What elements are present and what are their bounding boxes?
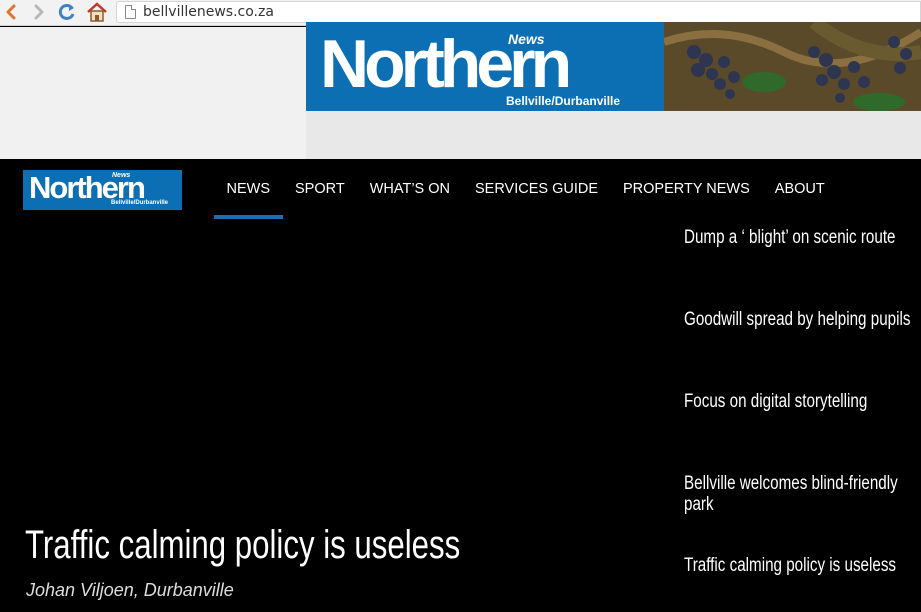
side-story-link[interactable]: Bellville welcomes blind-friendly park — [684, 473, 921, 515]
page-icon — [125, 5, 136, 19]
banner-logo-sub: Bellville/Durbanville — [506, 94, 621, 108]
url-text: bellvillenews.co.za — [143, 4, 274, 20]
hero-title[interactable]: Traffic calming policy is useless — [25, 523, 460, 568]
site-logo-news: News — [112, 172, 131, 179]
home-icon[interactable] — [86, 2, 108, 22]
forward-arrow-icon[interactable] — [28, 2, 50, 22]
site-logo[interactable]: Northern News Bellville/Durbanville — [23, 170, 182, 210]
reload-icon[interactable] — [56, 2, 78, 22]
main-menu: NEWS SPORT WHAT’S ON SERVICES GUIDE PROP… — [214, 159, 837, 219]
banner-logo-news: News — [508, 31, 545, 47]
back-arrow-icon[interactable] — [0, 2, 22, 22]
side-story-link[interactable]: Focus on digital storytelling — [684, 391, 921, 412]
menu-item-sport[interactable]: SPORT — [283, 159, 358, 219]
menu-item-services-guide[interactable]: SERVICES GUIDE — [462, 159, 610, 219]
side-story-link[interactable]: Dump a ‘ blight’ on scenic route — [684, 227, 921, 248]
hero-author: Johan Viljoen, Durbanville — [26, 580, 234, 600]
banner-logo[interactable]: Northern News Bellville/Durbanville — [306, 22, 664, 111]
hero-story[interactable]: Traffic calming policy is useless Johan … — [0, 219, 672, 612]
side-story-link[interactable]: Goodwill spread by helping pupils — [684, 309, 921, 330]
side-story-link[interactable]: Traffic calming policy is useless — [684, 555, 921, 576]
menu-item-about[interactable]: ABOUT — [762, 159, 837, 219]
menu-item-property-news[interactable]: PROPERTY NEWS — [611, 159, 763, 219]
site-navigation: Northern News Bellville/Durbanville NEWS… — [0, 159, 921, 219]
menu-item-whats-on[interactable]: WHAT’S ON — [357, 159, 462, 219]
banner-grapes-image — [664, 22, 921, 111]
menu-item-news[interactable]: NEWS — [214, 159, 283, 219]
address-bar[interactable]: bellvillenews.co.za — [116, 1, 921, 23]
site-logo-sub: Bellville/Durbanville — [111, 200, 169, 206]
